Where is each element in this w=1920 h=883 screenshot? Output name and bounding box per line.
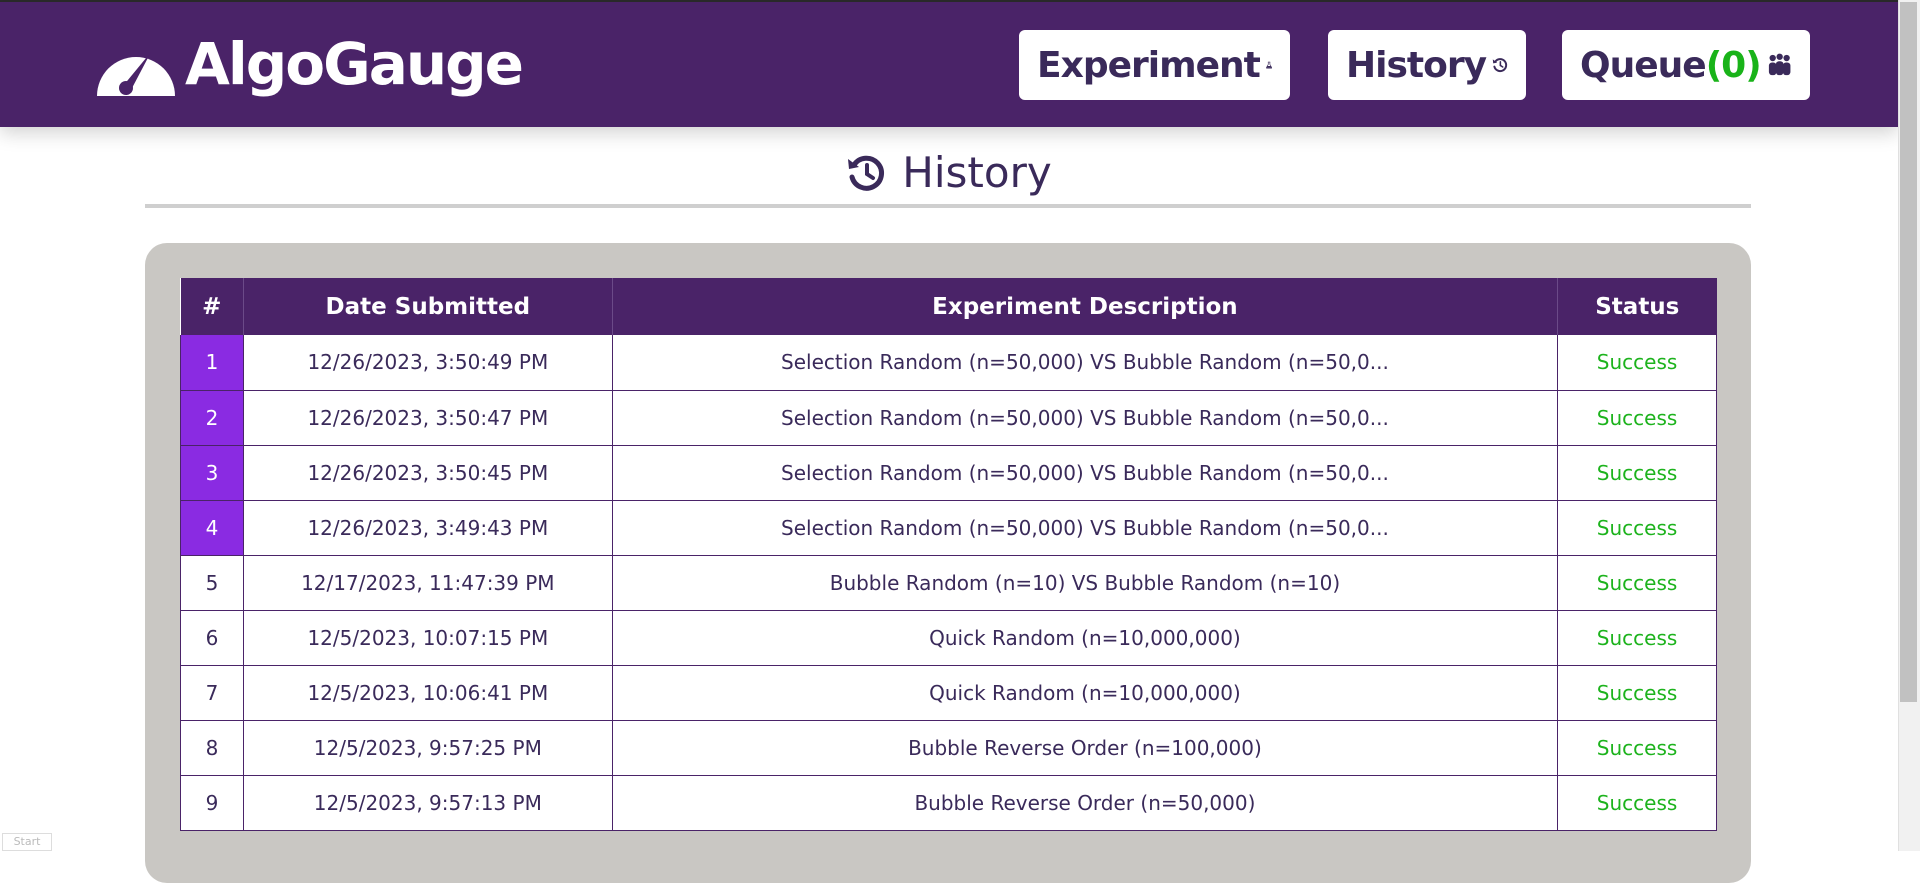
row-status: Success: [1557, 335, 1717, 391]
navbar: AlgoGauge Experiment History Queue (0): [0, 2, 1898, 127]
scrollbar-thumb[interactable]: [1900, 2, 1917, 702]
table-row[interactable]: 6 12/5/2023, 10:07:15 PM Quick Random (n…: [180, 610, 1717, 666]
table-row[interactable]: 1 12/26/2023, 3:50:49 PM Selection Rando…: [180, 335, 1717, 391]
table-header-row: # Date Submitted Experiment Description …: [180, 278, 1717, 335]
table-row[interactable]: 7 12/5/2023, 10:06:41 PM Quick Random (n…: [180, 665, 1717, 721]
row-date: 12/5/2023, 10:06:41 PM: [243, 665, 613, 721]
row-number: 6: [180, 610, 244, 666]
row-description: Quick Random (n=10,000,000): [612, 610, 1559, 666]
row-number: 4: [180, 500, 244, 556]
row-date: 12/17/2023, 11:47:39 PM: [243, 555, 613, 611]
app-name: AlgoGauge: [185, 30, 524, 98]
header-number[interactable]: #: [180, 278, 244, 335]
header-date-submitted[interactable]: Date Submitted: [243, 278, 613, 335]
row-number: 7: [180, 665, 244, 721]
page-title-text: History: [902, 148, 1052, 197]
row-description: Selection Random (n=50,000) VS Bubble Ra…: [612, 445, 1559, 501]
gauge-icon: [97, 52, 175, 96]
flask-icon: [1265, 61, 1272, 69]
row-description: Bubble Random (n=10) VS Bubble Random (n…: [612, 555, 1559, 611]
row-date: 12/5/2023, 9:57:25 PM: [243, 720, 613, 776]
row-description: Selection Random (n=50,000) VS Bubble Ra…: [612, 335, 1559, 391]
page-title: History: [0, 148, 1898, 197]
row-description: Selection Random (n=50,000) VS Bubble Ra…: [612, 390, 1559, 446]
row-status: Success: [1557, 445, 1717, 501]
row-status: Success: [1557, 555, 1717, 611]
row-description: Selection Random (n=50,000) VS Bubble Ra…: [612, 500, 1559, 556]
table-row[interactable]: 5 12/17/2023, 11:47:39 PM Bubble Random …: [180, 555, 1717, 611]
table-row[interactable]: 4 12/26/2023, 3:49:43 PM Selection Rando…: [180, 500, 1717, 556]
queue-button[interactable]: Queue (0): [1562, 30, 1810, 100]
experiment-label: Experiment: [1037, 44, 1261, 86]
users-icon: [1768, 53, 1791, 76]
row-date: 12/5/2023, 9:57:13 PM: [243, 775, 613, 831]
row-description: Bubble Reverse Order (n=100,000): [612, 720, 1559, 776]
row-number: 2: [180, 390, 244, 446]
row-number: 8: [180, 720, 244, 776]
experiment-button[interactable]: Experiment: [1019, 30, 1290, 100]
history-icon: [1492, 58, 1508, 73]
row-status: Success: [1557, 775, 1717, 831]
table-row[interactable]: 2 12/26/2023, 3:50:47 PM Selection Rando…: [180, 390, 1717, 446]
row-date: 12/5/2023, 10:07:15 PM: [243, 610, 613, 666]
table-row[interactable]: 3 12/26/2023, 3:50:45 PM Selection Rando…: [180, 445, 1717, 501]
history-button[interactable]: History: [1328, 30, 1526, 100]
row-status: Success: [1557, 500, 1717, 556]
history-label: History: [1346, 44, 1487, 86]
row-status: Success: [1557, 390, 1717, 446]
row-date: 12/26/2023, 3:50:45 PM: [243, 445, 613, 501]
logo[interactable]: AlgoGauge: [93, 30, 524, 98]
row-status: Success: [1557, 665, 1717, 721]
row-status: Success: [1557, 720, 1717, 776]
queue-count: (0): [1705, 44, 1762, 86]
row-date: 12/26/2023, 3:50:47 PM: [243, 390, 613, 446]
queue-label: Queue: [1580, 44, 1707, 86]
history-table: # Date Submitted Experiment Description …: [180, 278, 1717, 831]
row-status: Success: [1557, 610, 1717, 666]
start-label: Start: [2, 833, 52, 851]
header-status[interactable]: Status: [1557, 278, 1717, 335]
title-divider: [145, 204, 1751, 208]
row-number: 9: [180, 775, 244, 831]
table-row[interactable]: 8 12/5/2023, 9:57:25 PM Bubble Reverse O…: [180, 720, 1717, 776]
row-number: 5: [180, 555, 244, 611]
row-date: 12/26/2023, 3:49:43 PM: [243, 500, 613, 556]
row-number: 1: [180, 335, 244, 391]
history-icon: [848, 155, 885, 191]
table-row[interactable]: 9 12/5/2023, 9:57:13 PM Bubble Reverse O…: [180, 775, 1717, 831]
header-experiment-description[interactable]: Experiment Description: [612, 278, 1559, 335]
row-description: Bubble Reverse Order (n=50,000): [612, 775, 1559, 831]
row-number: 3: [180, 445, 244, 501]
row-description: Quick Random (n=10,000,000): [612, 665, 1559, 721]
row-date: 12/26/2023, 3:50:49 PM: [243, 335, 613, 391]
